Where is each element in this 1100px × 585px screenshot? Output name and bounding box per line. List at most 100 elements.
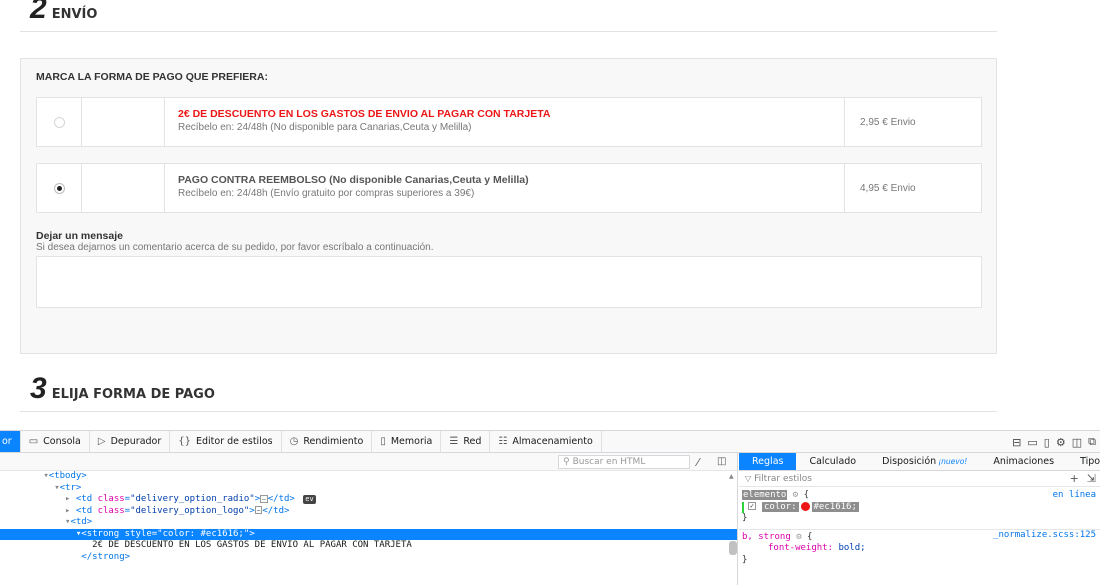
step-label: ENVÍO [51,7,98,22]
delivery-option-logo [82,164,165,212]
add-rule-icon[interactable]: + [1070,472,1079,485]
popout-icon[interactable]: ⧉ [1088,435,1096,449]
scrollbar-thumb[interactable] [729,541,737,555]
markup-view: ⚲ Buscar en HTML ⁄ ◫ ▾<tbody> ▾<tr> ▸ <t… [0,453,738,585]
markup-node[interactable]: ▾<tr> [0,483,737,495]
property-name[interactable]: color: [764,502,797,512]
sidebar-tab[interactable]: Animaciones [980,453,1067,470]
sidebar-tab-label: Reglas [752,456,784,467]
search-html-input[interactable]: ⚲ Buscar en HTML [558,455,690,469]
tab-memory[interactable]: ▯ Memoria [372,431,442,452]
radio-button-selected[interactable] [53,182,65,194]
css-declaration[interactable]: font-weight: bold; [742,543,1100,555]
filter-styles-input[interactable]: ▽ Filtrar estilos + ⇲ [739,471,1100,487]
step-3-title: 3 ELIJA FORMA DE PAGO [30,372,215,406]
markup-node[interactable]: ▸ <td class="delivery_option_radio">… </t… [0,494,737,506]
divider [20,31,997,32]
message-label: Dejar un mensaje [36,230,123,242]
sidebar-tab[interactable]: Calculado [796,453,869,470]
tab-console[interactable]: ▭ Consola [21,431,90,452]
markup-node[interactable]: ▸ <td class="delivery_option_logo">… </td… [0,506,737,518]
shipping-options-panel: MARCA LA FORMA DE PAGO QUE PREFIERA: 2€ … [20,58,997,354]
tab-style-editor[interactable]: {} Editor de estilos [170,431,282,452]
color-swatch-icon[interactable] [800,501,810,511]
delivery-option-radio-cell[interactable] [37,98,82,146]
strong-rule: b, strong ⚙ { _normalize.scss:125 font-w… [739,528,1100,567]
sidebar-tab-label: Calculado [809,456,857,467]
markup-node[interactable]: </strong> [0,552,737,564]
sidebar-tab-label: Tipogra [1080,456,1100,467]
tab-storage[interactable]: ☷ Almacenamiento [490,431,602,452]
css-declaration[interactable]: ✓ color: #ec1616; [742,501,1100,513]
tab-performance[interactable]: ◷ Rendimiento [282,431,373,452]
markup-node[interactable]: ▾<td> [0,517,737,529]
rules-tabbar: Reglas Calculado Disposición ¡nuevo! Animaci… [739,453,1100,471]
message-textarea[interactable] [36,256,982,308]
eyedropper-icon[interactable]: ⁄ [697,456,699,469]
sidebar-tab-label: Disposición [882,456,937,467]
property-value[interactable]: #ec1616; [814,502,857,512]
delivery-option-card[interactable]: PAGO CONTRA REEMBOLSO (No disponible Can… [36,163,982,213]
markup-tree: ▾<tbody> ▾<tr> ▸ <td class="delivery_opt… [0,471,737,563]
filter-placeholder: Filtrar estilos [754,473,812,484]
rule-selector[interactable]: b, strong [742,532,791,542]
toggle-sidebar-icon[interactable]: ◫ [717,456,726,467]
gear-icon[interactable]: ⚙ [796,532,801,542]
sidebar-tab-label: Animaciones [993,456,1055,467]
tab-label: Consola [43,436,81,447]
message-help-text: Si desea dejarnos un comentario acerca d… [36,242,434,253]
rules-sidebar: Reglas Calculado Disposición ¡nuevo! Animaci… [739,453,1100,585]
tab-label: Memoria [390,436,433,447]
gear-icon[interactable]: ⚙ [793,490,798,500]
devtools-panel: or ▭ Consola ▷ Depurador {} Editor de estilos ◷… [0,430,1100,585]
settings-icon[interactable]: ⚙ [1056,436,1066,449]
delivery-option-title: 2€ DE DESCUENTO EN LOS GASTOS DE ENVIO A… [178,108,551,120]
delivery-option-price: 2,95 € Envio [860,116,916,128]
property-name[interactable]: font-weight: [768,543,833,553]
tab-label: Red [463,436,482,447]
performance-icon: ◷ [289,436,299,447]
delivery-option-radio-cell[interactable] [37,164,82,212]
delivery-option-card[interactable]: 2€ DE DESCUENTO EN LOS GASTOS DE ENVIO A… [36,97,982,147]
tab-label: or [2,436,12,447]
dock-side-icon[interactable]: ▭ [1027,436,1037,449]
delivery-option-desc: Recíbelo en: 24/48h (No disponible para … [178,122,472,133]
filter-icon: ▽ [745,474,752,483]
tab-network[interactable]: ☰ Red [441,431,491,452]
rule-selector[interactable]: elemento [742,490,788,500]
element-rule: elemento ⚙ { en línea ✓ color: #ec1616; } [739,490,1100,525]
pseudo-class-icon[interactable]: ⇲ [1087,472,1096,485]
markup-node[interactable]: 2€ DE DESCUENTO EN LOS GASTOS DE ENVIO A… [0,540,737,552]
new-badge: ¡nuevo! [938,457,968,466]
tab-label: Editor de estilos [196,436,273,447]
rule-source[interactable]: _normalize.scss:125 [993,530,1096,542]
rule-source[interactable]: en línea [1053,490,1096,502]
sidebar-tab[interactable]: Tipogra [1067,453,1100,470]
declaration-checkbox[interactable]: ✓ [748,502,756,510]
split-console-icon[interactable]: ◫ [1072,436,1082,449]
search-icon: ⚲ [563,457,570,467]
tab-debugger[interactable]: ▷ Depurador [90,431,171,452]
dock-bottom-icon[interactable]: ⊟ [1012,436,1021,449]
sidebar-tab[interactable]: Reglas [739,453,797,470]
delivery-option-title: PAGO CONTRA REEMBOLSO (No disponible Can… [178,174,529,186]
devtools-toolbar-icons: ⊟ ▭ ▯ ⚙ ◫ ⧉ [1012,431,1096,453]
sidebar-tab[interactable]: Disposición ¡nuevo! [869,453,980,470]
property-value[interactable]: bold; [838,543,865,553]
radio-button[interactable] [53,116,65,128]
delivery-option-info: 2€ DE DESCUENTO EN LOS GASTOS DE ENVIO A… [165,98,845,146]
responsive-icon[interactable]: ▯ [1044,436,1050,449]
devtools-tabbar: or ▭ Consola ▷ Depurador {} Editor de estilos ◷… [0,431,1100,453]
delivery-option-desc: Recíbelo en: 24/48h (Envío gratuito por … [178,188,475,199]
memory-icon: ▯ [380,436,386,447]
tab-inspector[interactable]: or [0,431,21,452]
delivery-option-logo [82,98,165,146]
scroll-up-arrow-icon[interactable]: ▲ [729,473,737,483]
step-number: 2 [30,0,47,25]
markup-node[interactable]: ▾<strong style="color: #ec1616;"> [0,528,737,540]
markup-node[interactable]: ▾<tbody> [0,471,737,483]
markup-toolbar: ⚲ Buscar en HTML ⁄ ◫ [0,453,737,471]
step-number: 3 [30,372,47,405]
storage-icon: ☷ [498,436,508,447]
tab-label: Depurador [110,436,162,447]
